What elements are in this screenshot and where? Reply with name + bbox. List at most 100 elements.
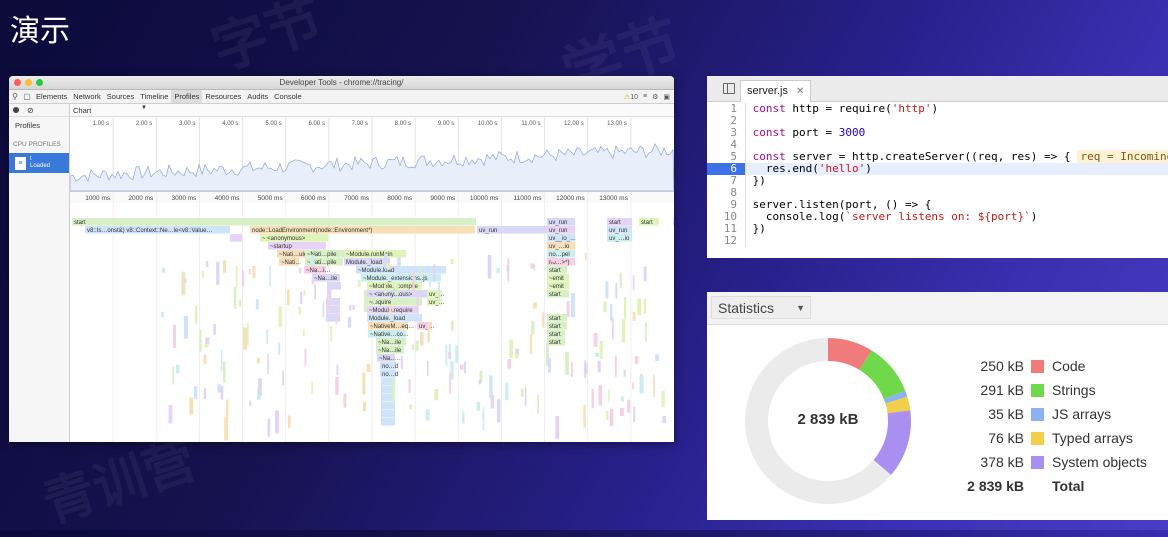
flame-sample-bar[interactable] (184, 278, 187, 284)
flame-sample-bar[interactable] (433, 264, 436, 283)
flame-sample-bar[interactable] (400, 355, 403, 370)
flame-sample-bar[interactable] (222, 260, 226, 273)
code-line[interactable]: 7 }) (707, 175, 1168, 187)
flame-sample-bar[interactable] (429, 273, 431, 287)
flame-sample-bar[interactable] (172, 366, 175, 385)
flame-sample-bar[interactable] (195, 305, 198, 325)
code-line[interactable]: 10 console.log(`server listens on: ${por… (707, 211, 1168, 223)
line-number[interactable]: 3 (707, 127, 746, 139)
flame-sample-bar[interactable] (419, 265, 422, 279)
flame-sample-bar[interactable] (531, 320, 535, 335)
flame-sample-bar[interactable] (506, 265, 510, 273)
flame-sample-bar[interactable] (460, 364, 464, 370)
close-icon[interactable]: ✕ (796, 86, 804, 97)
flame-sample-bar[interactable] (507, 359, 512, 369)
flame-sample-bar[interactable] (335, 305, 338, 325)
flame-sample-bar[interactable] (482, 407, 485, 430)
flame-sample-bar[interactable] (242, 270, 245, 287)
flame-sample-bar[interactable] (311, 381, 314, 395)
flame-sample-bar[interactable] (643, 299, 647, 314)
line-number[interactable]: 7 (707, 175, 746, 187)
flame-sample-bar[interactable] (476, 402, 481, 411)
code-line[interactable]: 3 const port = 3000 (707, 127, 1168, 139)
flame-sample-bar[interactable] (662, 416, 667, 424)
flame-sample-bar[interactable] (248, 268, 251, 275)
flame-sample-bar[interactable] (427, 323, 430, 343)
record-button[interactable] (13, 107, 19, 113)
dock-side-icon[interactable]: ▣ (663, 93, 670, 101)
flame-sample-bar[interactable] (415, 341, 419, 351)
flame-sample-bar[interactable] (639, 376, 644, 394)
flame-sample-bar[interactable] (521, 388, 524, 397)
flame-sample-bar[interactable] (593, 333, 598, 347)
flame-sample-bar[interactable] (349, 305, 352, 311)
code-line[interactable]: 11 }) (707, 223, 1168, 235)
tab-console[interactable]: Console (271, 90, 305, 103)
flame-sample-bar[interactable] (226, 399, 229, 418)
flame-sample-bar[interactable] (514, 353, 519, 359)
flame-sample-bar[interactable] (598, 385, 603, 406)
flame-sample-bar[interactable] (438, 282, 440, 301)
flame-sample-bar[interactable] (634, 356, 639, 365)
flame-sample-bar[interactable] (335, 376, 339, 395)
flame-sample-bar[interactable] (505, 382, 509, 401)
flame-sample-bar[interactable] (547, 357, 551, 373)
flame-sample-bar[interactable] (524, 386, 527, 406)
flame-sample-bar[interactable] (530, 263, 534, 269)
flame-sample-bar[interactable] (269, 266, 271, 287)
flame-sample-bar[interactable] (455, 345, 459, 364)
flame-sample-bar[interactable] (449, 372, 451, 394)
flame-sample-bar[interactable] (566, 301, 570, 317)
flame-sample-bar[interactable] (489, 375, 493, 399)
flame-sample-bar[interactable] (434, 389, 439, 401)
warning-counter[interactable]: ⚠10 (624, 93, 638, 101)
flame-bar[interactable] (381, 418, 395, 426)
flame-sample-bar[interactable] (623, 369, 626, 377)
flame-sample-bar[interactable] (416, 295, 419, 316)
flame-sample-bar[interactable] (448, 343, 451, 360)
flame-sample-bar[interactable] (161, 311, 164, 317)
flame-sample-bar[interactable] (608, 390, 610, 402)
flame-sample-bar[interactable] (655, 354, 659, 361)
flame-sample-bar[interactable] (591, 389, 594, 409)
flame-chart[interactable]: 1000 ms 2000 ms 3000 ms 4000 ms 5000 ms 6000 … (70, 192, 674, 442)
flame-sample-bar[interactable] (362, 372, 366, 395)
flame-sample-bar[interactable] (595, 352, 600, 357)
flame-sample-bar[interactable] (235, 265, 238, 288)
flame-sample-bar[interactable] (411, 344, 414, 350)
flame-sample-bar[interactable] (632, 311, 636, 321)
flame-sample-bar[interactable] (206, 260, 209, 268)
line-number[interactable]: 8 (707, 187, 746, 199)
flame-sample-bar[interactable] (632, 275, 635, 291)
flame-sample-bar[interactable] (336, 364, 339, 376)
flame-sample-bar[interactable] (300, 291, 303, 305)
line-number[interactable]: 5 (707, 151, 746, 163)
close-window-button[interactable] (14, 79, 21, 86)
flame-sample-bar[interactable] (384, 285, 387, 294)
flame-bar[interactable] (673, 218, 674, 226)
clear-icon[interactable]: ⊘ (27, 106, 34, 115)
flame-sample-bar[interactable] (213, 323, 216, 335)
flame-sample-bar[interactable] (282, 371, 284, 386)
flame-sample-bar[interactable] (409, 404, 413, 410)
flame-sample-bar[interactable] (322, 302, 325, 318)
flame-sample-bar[interactable] (255, 299, 259, 310)
flame-sample-bar[interactable] (314, 284, 316, 300)
flame-sample-bar[interactable] (347, 317, 352, 328)
flame-sample-bar[interactable] (168, 404, 173, 424)
flame-sample-bar[interactable] (603, 301, 607, 312)
flame-sample-bar[interactable] (184, 315, 189, 339)
flame-sample-bar[interactable] (330, 325, 332, 342)
flame-sample-bar[interactable] (233, 286, 237, 309)
zoom-window-button[interactable] (36, 79, 43, 86)
flame-sample-bar[interactable] (258, 378, 262, 396)
flame-sample-bar[interactable] (223, 361, 226, 383)
device-mode-icon[interactable]: ▢ (21, 91, 33, 103)
flame-sample-bar[interactable] (267, 418, 271, 437)
line-number[interactable]: 1 (707, 103, 746, 115)
flame-sample-bar[interactable] (599, 340, 603, 359)
flame-sample-bar[interactable] (224, 417, 229, 441)
flame-sample-bar[interactable] (278, 342, 281, 355)
flame-sample-bar[interactable] (256, 358, 261, 364)
tab-profiles[interactable]: Profiles (171, 90, 203, 103)
